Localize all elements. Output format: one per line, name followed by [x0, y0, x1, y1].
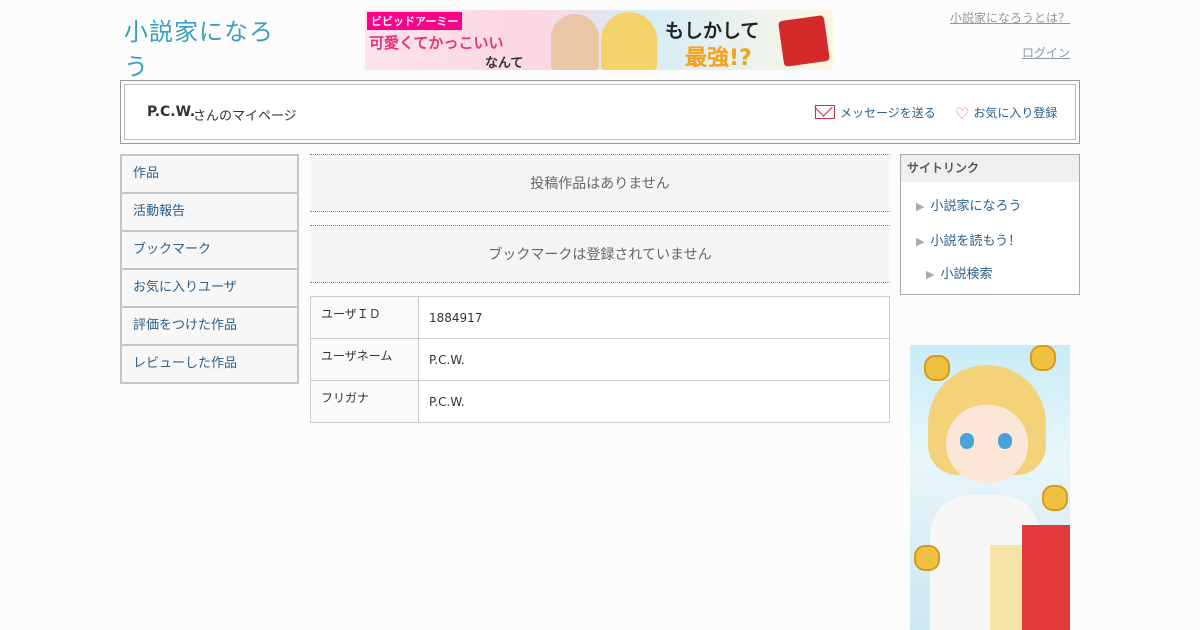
user-menu: 作品 活動報告 ブックマーク お気に入りユーザ 評価をつけた作品 レビューした作…: [120, 154, 299, 384]
ad-tagline: もしかして: [665, 20, 760, 42]
mypage-suffix: さんのマイページ: [193, 109, 297, 124]
site-link-label: 小説家になろう: [930, 199, 1022, 214]
site-link-yomou[interactable]: ▶ 小説を読もう！: [916, 230, 1021, 249]
menu-item-rated-works[interactable]: 評価をつけた作品: [122, 308, 297, 346]
profile-value: P.C.W.: [418, 338, 890, 381]
top-ad-banner[interactable]: ビビッドアーミー 可愛くてかっこいい なんて もしかして 最強!?: [365, 10, 833, 70]
ad-subline: なんて: [485, 56, 524, 70]
table-row: フリガナ P.C.W.: [310, 380, 890, 423]
add-favorite-label: お気に入り登録: [973, 106, 1058, 120]
profile-table: ユーザＩＤ 1884917 ユーザネーム P.C.W. フリガナ P.C.W.: [310, 296, 890, 423]
ad-character-face: [946, 405, 1028, 483]
profile-key: フリガナ: [310, 380, 419, 423]
ad-tagline-strong: 最強!?: [685, 46, 752, 70]
logo-text: 小説家になろう: [124, 18, 274, 81]
triangle-right-icon: ▶: [916, 235, 925, 248]
site-links-box: サイトリンク ▶ 小説家になろう ▶ 小説を読もう！ ▶ 小説検索: [900, 154, 1080, 295]
no-works-notice: 投稿作品はありません: [310, 154, 890, 212]
heart-icon: ♡: [955, 104, 970, 123]
user-header-inner: P.C.W. さんのマイページ メッセージを送る ♡ お気に入り登録: [124, 84, 1076, 140]
profile-key: ユーザＩＤ: [310, 296, 419, 339]
coin-icon: [1042, 485, 1068, 511]
coin-icon: [914, 545, 940, 571]
ad-character-image: [551, 14, 599, 70]
menu-item-reviewed-works[interactable]: レビューした作品: [122, 346, 297, 382]
triangle-right-icon: ▶: [926, 268, 935, 281]
ad-character-eye: [960, 433, 974, 449]
site-link-label: 小説検索: [940, 267, 993, 282]
ad-headline: 可愛くてかっこいい: [369, 34, 504, 52]
menu-item-bookmarks[interactable]: ブックマーク: [122, 232, 297, 270]
site-link-label: 小説を読もう！: [930, 234, 1022, 249]
username: P.C.W.: [147, 104, 196, 120]
site-logo[interactable]: 小説家になろう: [124, 12, 284, 81]
about-link[interactable]: 小説家になろうとは？: [950, 9, 1070, 26]
site-links-title: サイトリンク: [901, 155, 1079, 182]
send-message-link[interactable]: メッセージを送る: [815, 104, 936, 121]
ad-character-eye: [998, 433, 1012, 449]
ad-title-band: [1022, 525, 1070, 630]
no-bookmarks-notice: ブックマークは登録されていません: [310, 225, 890, 283]
ad-brand: ビビッドアーミー: [367, 12, 463, 30]
login-link[interactable]: ログイン: [1022, 44, 1070, 61]
ad-title-plate: [990, 545, 1022, 630]
profile-key: ユーザネーム: [310, 338, 419, 381]
add-favorite-link[interactable]: ♡ お気に入り登録: [955, 104, 1057, 123]
profile-value: 1884917: [418, 296, 890, 339]
coin-icon: [924, 355, 950, 381]
table-row: ユーザＩＤ 1884917: [310, 296, 890, 339]
menu-item-works[interactable]: 作品: [122, 156, 297, 194]
ad-character-image: [601, 12, 657, 70]
site-link-search[interactable]: ▶ 小説検索: [926, 263, 992, 282]
table-row: ユーザネーム P.C.W.: [310, 338, 890, 381]
coin-icon: [1030, 345, 1056, 371]
side-ad-banner[interactable]: [910, 345, 1070, 630]
envelope-icon: [815, 105, 835, 119]
send-message-label: メッセージを送る: [840, 106, 936, 120]
menu-item-favorite-users[interactable]: お気に入りユーザ: [122, 270, 297, 308]
site-link-narou[interactable]: ▶ 小説家になろう: [916, 195, 1021, 214]
ad-badge: [778, 15, 830, 67]
triangle-right-icon: ▶: [916, 200, 925, 213]
profile-value: P.C.W.: [418, 380, 890, 423]
menu-item-activity[interactable]: 活動報告: [122, 194, 297, 232]
user-header-box: P.C.W. さんのマイページ メッセージを送る ♡ お気に入り登録: [120, 80, 1080, 144]
